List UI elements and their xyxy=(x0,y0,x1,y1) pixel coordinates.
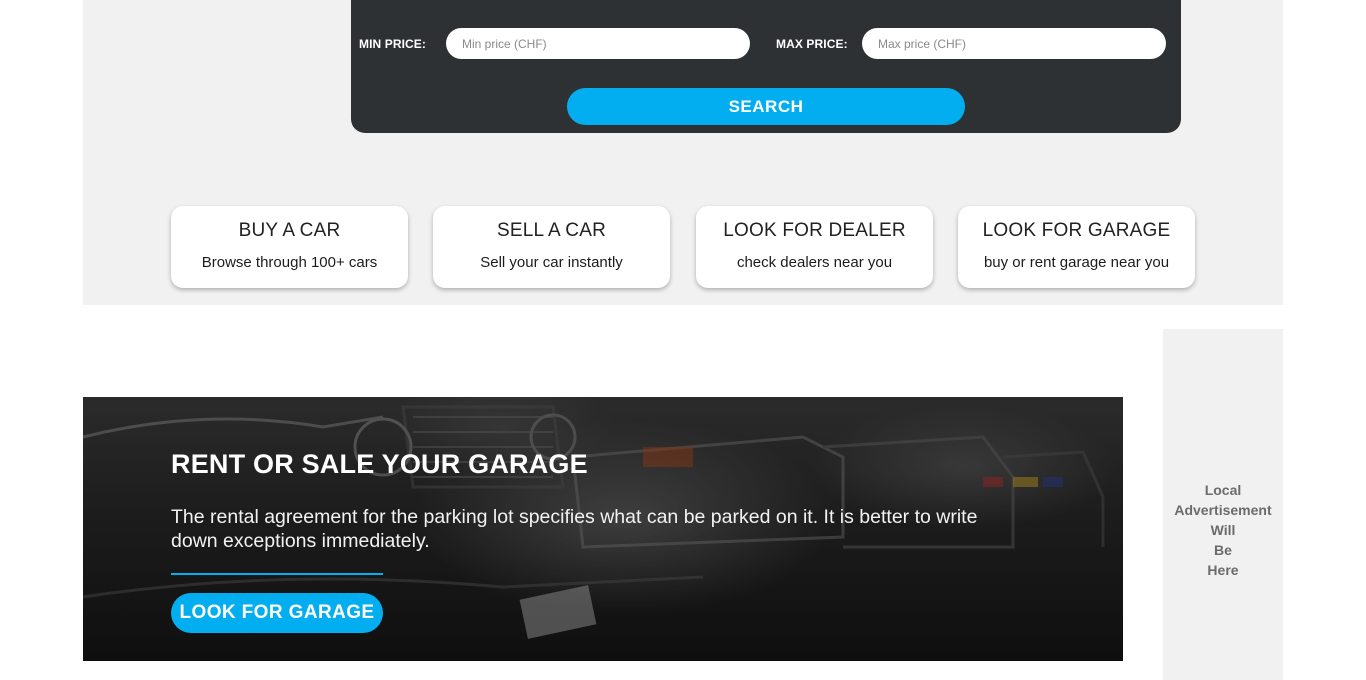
banner-divider xyxy=(171,573,383,575)
card-look-for-dealer[interactable]: LOOK FOR DEALER check dealers near you xyxy=(696,206,933,288)
max-price-input[interactable] xyxy=(862,28,1166,59)
ad-line: Advertisement xyxy=(1174,502,1272,518)
card-title: BUY A CAR xyxy=(238,220,341,241)
card-title: LOOK FOR GARAGE xyxy=(982,220,1171,241)
search-button[interactable]: SEARCH xyxy=(567,88,965,125)
card-subtitle: Sell your car instantly xyxy=(480,254,623,271)
card-subtitle: check dealers near you xyxy=(736,254,893,271)
banner-description: The rental agreement for the parking lot… xyxy=(171,506,978,552)
min-price-input[interactable] xyxy=(446,28,750,59)
look-for-garage-button[interactable]: LOOK FOR GARAGE xyxy=(171,593,383,633)
max-price-label: MAX PRICE: xyxy=(776,37,848,51)
advertisement-text: Local Advertisement Will Be Here xyxy=(1163,480,1283,580)
search-panel: MIN PRICE: MAX PRICE: SEARCH xyxy=(351,0,1181,133)
min-price-label: MIN PRICE: xyxy=(359,37,426,51)
card-subtitle: Browse through 100+ cars xyxy=(201,254,378,271)
search-section: MIN PRICE: MAX PRICE: SEARCH BUY A CAR B… xyxy=(83,0,1283,305)
banner-title: RENT OR SALE YOUR GARAGE xyxy=(171,449,588,479)
card-subtitle: buy or rent garage near you xyxy=(983,254,1170,271)
ad-line: Local xyxy=(1204,482,1242,498)
card-title: SELL A CAR xyxy=(496,220,607,241)
ad-line: Here xyxy=(1207,562,1239,578)
ad-line: Be xyxy=(1214,542,1232,558)
card-look-for-garage[interactable]: LOOK FOR GARAGE buy or rent garage near … xyxy=(958,206,1195,288)
page: MIN PRICE: MAX PRICE: SEARCH BUY A CAR B… xyxy=(0,0,1366,680)
card-sell-a-car[interactable]: SELL A CAR Sell your car instantly xyxy=(433,206,670,288)
card-buy-a-car[interactable]: BUY A CAR Browse through 100+ cars xyxy=(171,206,408,288)
ad-line: Will xyxy=(1210,522,1236,538)
card-title: LOOK FOR DEALER xyxy=(723,220,906,241)
advertisement-box: Local Advertisement Will Be Here xyxy=(1163,329,1283,680)
garage-promo-banner: RENT OR SALE YOUR GARAGE The rental agre… xyxy=(83,397,1123,661)
